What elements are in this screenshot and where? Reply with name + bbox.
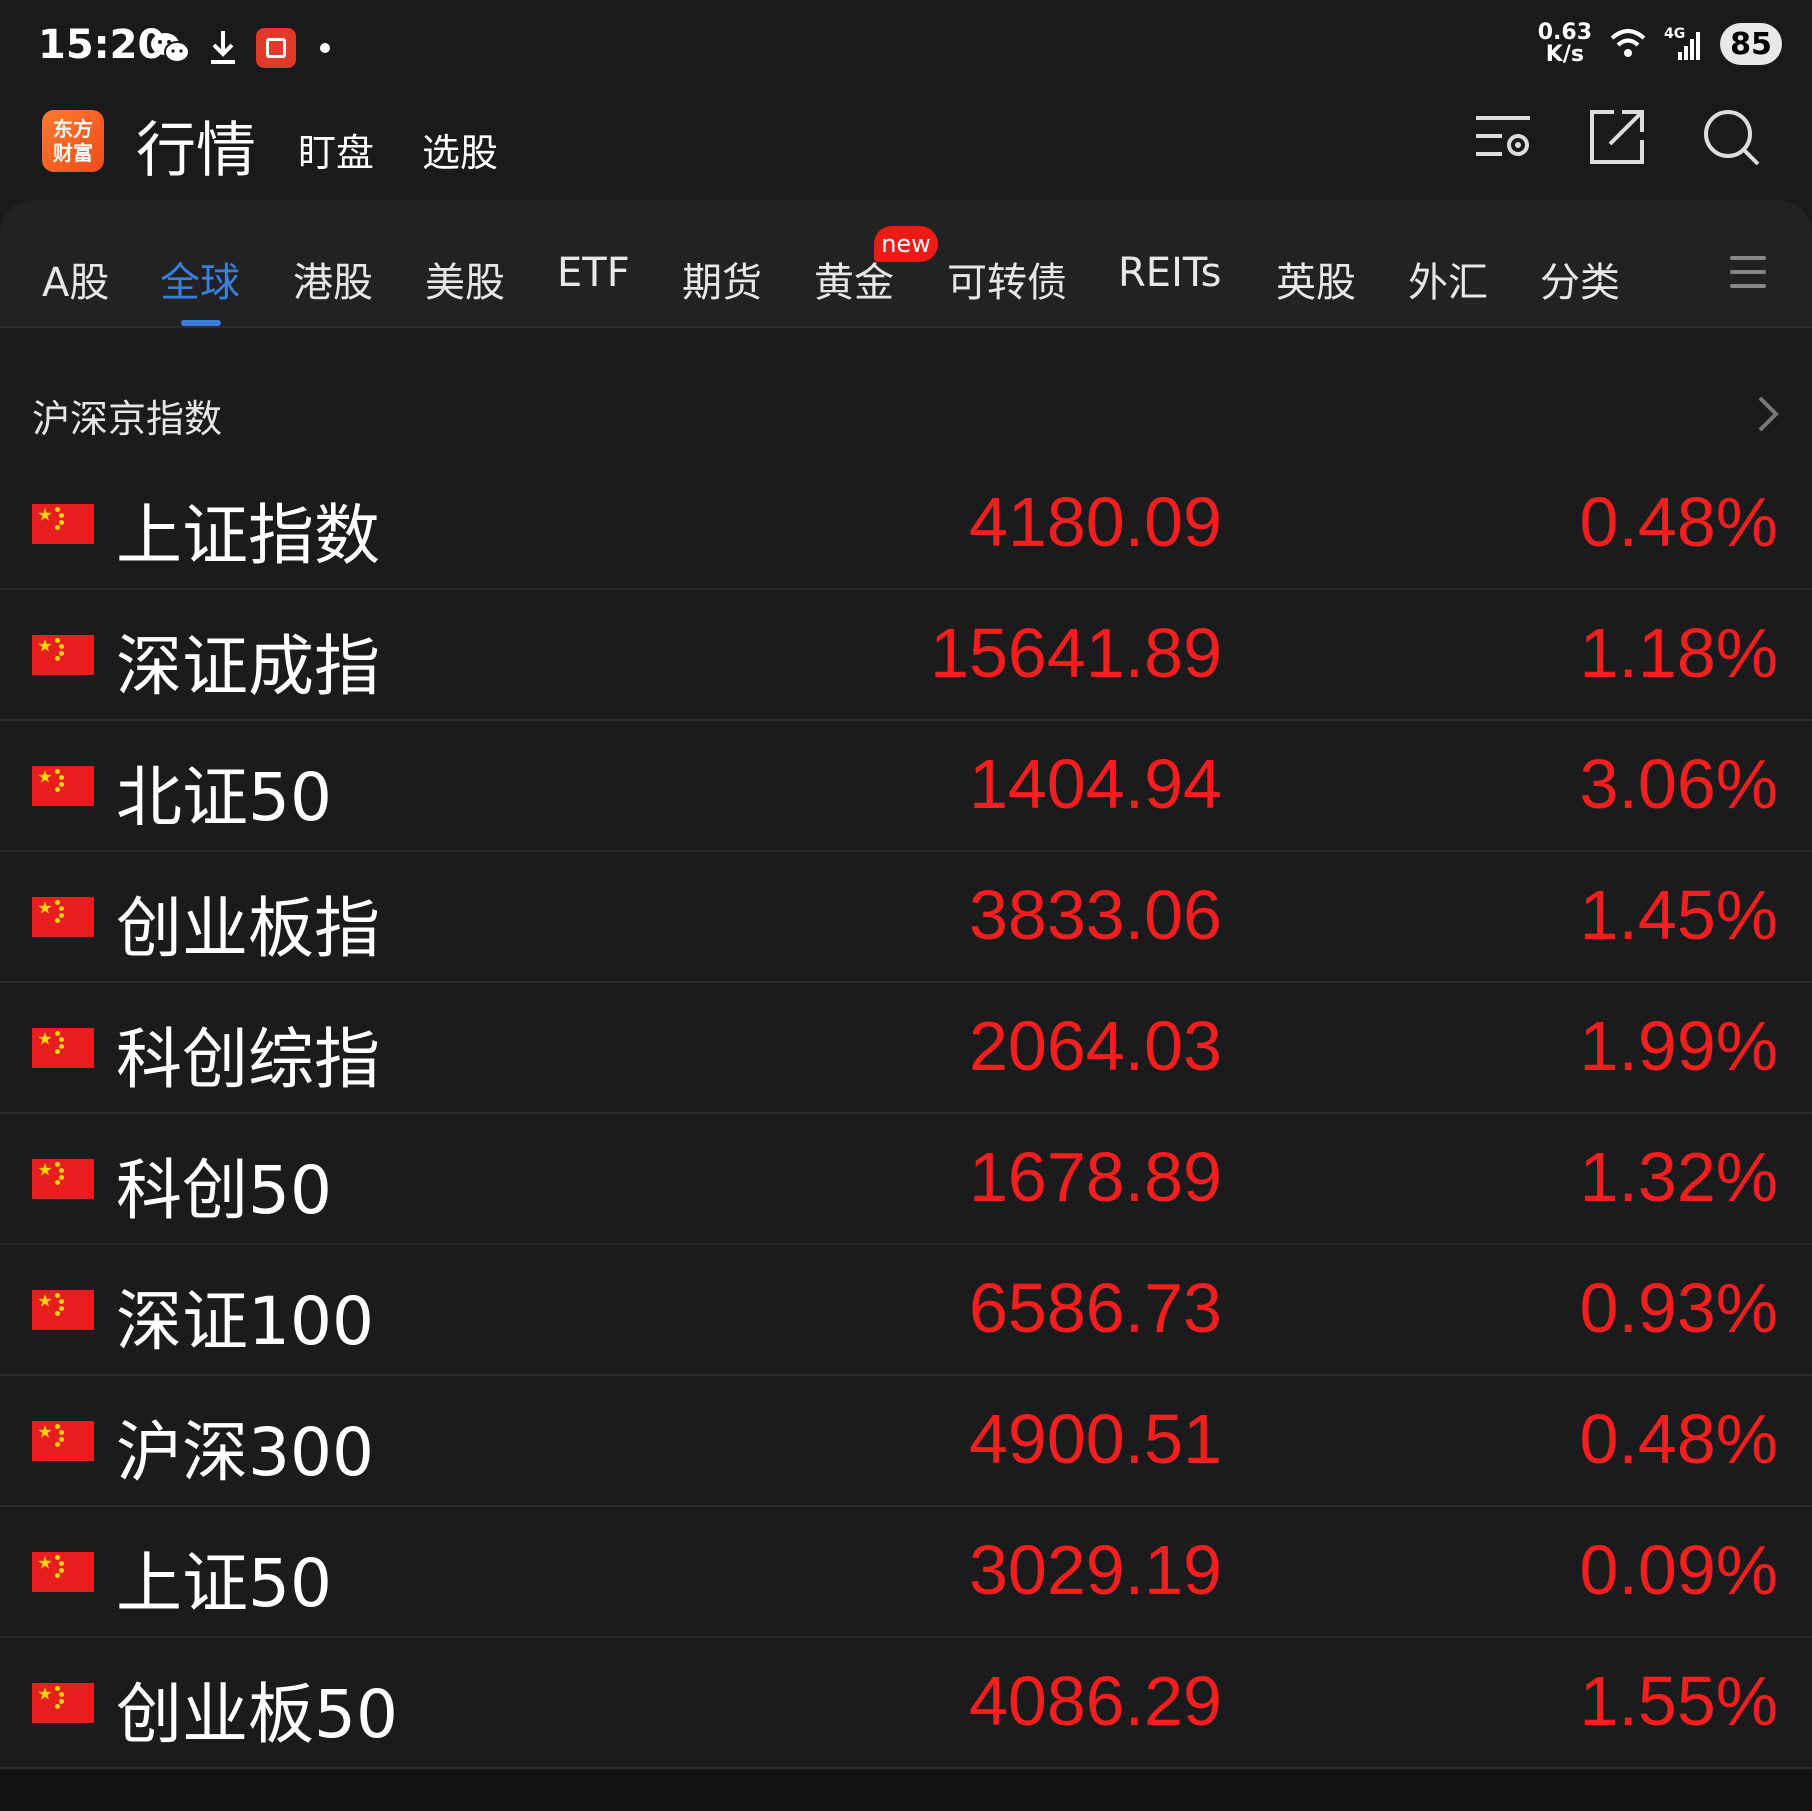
app-logo[interactable]: 东方 财富	[42, 110, 104, 172]
dot-icon	[320, 43, 330, 53]
index-price: 2064.03	[968, 1007, 1222, 1085]
index-price: 4900.51	[968, 1400, 1222, 1478]
china-flag-icon	[32, 635, 94, 675]
index-row[interactable]: 科创50 1678.89 1.32%	[0, 1115, 1812, 1245]
index-name: 沪深300	[116, 1414, 374, 1491]
index-row[interactable]: 北证50 1404.94 3.06%	[0, 722, 1812, 852]
china-flag-icon	[32, 1683, 94, 1723]
index-price: 4086.29	[968, 1662, 1222, 1740]
index-row[interactable]: 上证50 3029.19 0.09%	[0, 1508, 1812, 1638]
index-name: 创业板50	[116, 1676, 398, 1753]
page-title[interactable]: 行情	[136, 102, 256, 189]
index-change: 0.48%	[1579, 1400, 1778, 1478]
status-time: 15:20	[38, 22, 166, 68]
tab-categories[interactable]: 分类	[1540, 250, 1620, 308]
list-settings-icon[interactable]	[1472, 106, 1534, 168]
china-flag-icon	[32, 1159, 94, 1199]
index-change: 1.45%	[1579, 876, 1778, 954]
tab-a-shares[interactable]: A股	[42, 250, 109, 308]
tab-uk-stocks[interactable]: 英股	[1276, 250, 1356, 308]
speed-value: 0.63	[1537, 20, 1592, 45]
index-price: 3029.19	[968, 1531, 1222, 1609]
index-row[interactable]: 科创综指 2064.03 1.99%	[0, 984, 1812, 1114]
index-row[interactable]: 沪深300 4900.51 0.48%	[0, 1377, 1812, 1507]
status-bar: 15:20 0.63 K/s 4G 85	[0, 0, 1812, 100]
tab-hk-stocks[interactable]: 港股	[293, 250, 373, 308]
index-name: 深证100	[116, 1283, 374, 1360]
index-name: 科创综指	[116, 1021, 380, 1098]
index-name: 深证成指	[116, 628, 380, 705]
download-icon	[211, 31, 235, 64]
china-flag-icon	[32, 897, 94, 937]
index-name: 科创50	[116, 1152, 332, 1229]
index-row[interactable]: 上证指数 4180.09 0.48%	[0, 460, 1812, 590]
index-row[interactable]: 创业板50 4086.29 1.55%	[0, 1639, 1812, 1769]
new-badge: new	[874, 226, 938, 262]
index-price: 3833.06	[968, 876, 1222, 954]
index-price: 1678.89	[968, 1138, 1222, 1216]
index-price: 1404.94	[968, 745, 1222, 823]
index-change: 1.18%	[1579, 614, 1778, 692]
index-price: 15641.89	[930, 614, 1222, 692]
logo-text-line1: 东方	[53, 117, 93, 141]
wechat-icon	[151, 33, 190, 63]
market-tab-bar: A股 全球 港股 美股 ETF 期货 黄金 可转债 REITs 英股 外汇 分类	[0, 200, 1812, 328]
china-flag-icon	[32, 1421, 94, 1461]
chevron-right-icon[interactable]	[1750, 390, 1786, 438]
index-change: 3.06%	[1579, 745, 1778, 823]
divider	[0, 326, 1812, 328]
index-change: 1.32%	[1579, 1138, 1778, 1216]
tab-etf[interactable]: ETF	[557, 250, 630, 296]
tabs-menu-icon[interactable]	[1730, 256, 1766, 292]
tab-convertible-bonds[interactable]: 可转债	[947, 250, 1067, 308]
search-icon[interactable]	[1700, 106, 1762, 168]
china-flag-icon	[32, 766, 94, 806]
bottom-bar	[0, 1770, 1812, 1811]
section-title[interactable]: 沪深京指数	[32, 388, 222, 443]
china-flag-icon	[32, 1028, 94, 1068]
app-header: 东方 财富 行情 盯盘 选股	[0, 100, 1812, 200]
tab-stock-picker[interactable]: 选股	[422, 122, 498, 177]
logo-text-line2: 财富	[53, 141, 93, 165]
index-row[interactable]: 深证100 6586.73 0.93%	[0, 1246, 1812, 1376]
network-type: 4G	[1664, 26, 1686, 42]
china-flag-icon	[32, 1552, 94, 1592]
tab-global[interactable]: 全球	[160, 250, 240, 308]
index-row[interactable]: 创业板指 3833.06 1.45%	[0, 853, 1812, 983]
tab-futures[interactable]: 期货	[682, 250, 762, 308]
china-flag-icon	[32, 1290, 94, 1330]
index-price: 6586.73	[968, 1269, 1222, 1347]
index-name: 上证50	[116, 1545, 332, 1622]
china-flag-icon	[32, 504, 94, 544]
index-change: 1.55%	[1579, 1662, 1778, 1740]
index-row[interactable]: 深证成指 15641.89 1.18%	[0, 591, 1812, 721]
network-speed: 0.63 K/s	[1538, 22, 1592, 66]
index-change: 0.93%	[1579, 1269, 1778, 1347]
tab-forex[interactable]: 外汇	[1408, 250, 1488, 308]
index-name: 上证指数	[116, 497, 380, 574]
index-change: 0.48%	[1579, 483, 1778, 561]
speed-unit: K/s	[1545, 42, 1584, 67]
index-change: 0.09%	[1579, 1531, 1778, 1609]
signal-indicator: 4G	[1664, 26, 1704, 62]
wifi-icon	[1610, 29, 1646, 57]
tab-reits[interactable]: REITs	[1118, 250, 1222, 296]
index-name: 创业板指	[116, 890, 380, 967]
index-price: 4180.09	[968, 483, 1222, 561]
tab-watch[interactable]: 盯盘	[298, 122, 374, 177]
app-notification-icon	[256, 28, 296, 68]
share-icon[interactable]	[1586, 106, 1648, 168]
tab-us-stocks[interactable]: 美股	[425, 250, 505, 308]
index-name: 北证50	[116, 759, 332, 836]
index-change: 1.99%	[1579, 1007, 1778, 1085]
battery-indicator: 85	[1720, 23, 1782, 65]
